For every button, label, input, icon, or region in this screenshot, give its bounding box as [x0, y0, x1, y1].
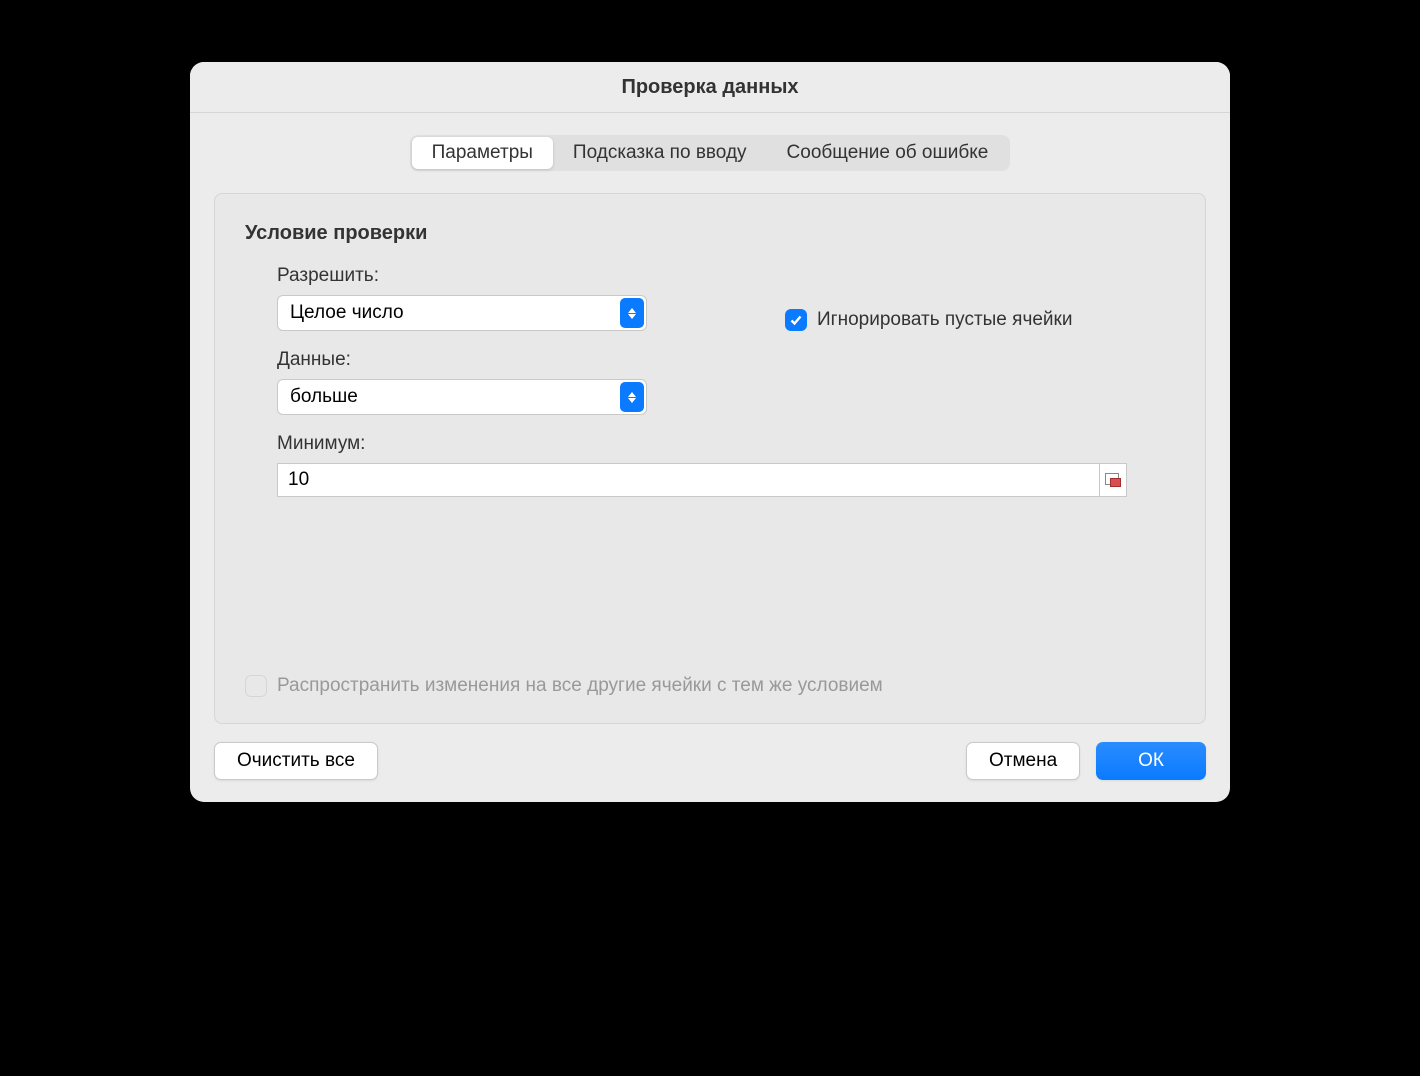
- settings-panel: Условие проверки Разрешить: Целое число …: [214, 193, 1206, 724]
- range-selector-icon: [1105, 473, 1121, 487]
- minimum-label: Минимум:: [277, 433, 725, 455]
- tabs: Параметры Подсказка по вводу Сообщение о…: [410, 135, 1011, 171]
- dialog-title: Проверка данных: [621, 76, 798, 99]
- checkmark-icon: [789, 313, 803, 327]
- ignore-blank-checkbox[interactable]: [785, 309, 807, 331]
- ignore-blank-label: Игнорировать пустые ячейки: [817, 309, 1072, 331]
- updown-icon: [620, 298, 644, 328]
- data-label: Данные:: [277, 349, 725, 371]
- tab-error-alert[interactable]: Сообщение об ошибке: [767, 137, 1009, 169]
- data-select-value: больше: [290, 386, 358, 408]
- dialog-buttons: Очистить все Отмена ОК: [190, 724, 1230, 802]
- clear-all-button[interactable]: Очистить все: [214, 742, 378, 780]
- range-selector-button[interactable]: [1099, 463, 1127, 497]
- propagate-checkbox: [245, 675, 267, 697]
- minimum-input[interactable]: [277, 463, 1099, 497]
- section-title: Условие проверки: [245, 222, 1175, 245]
- titlebar: Проверка данных: [190, 62, 1230, 113]
- cancel-button[interactable]: Отмена: [966, 742, 1080, 780]
- tab-input-message[interactable]: Подсказка по вводу: [553, 137, 767, 169]
- ok-button[interactable]: ОК: [1096, 742, 1206, 780]
- tab-settings[interactable]: Параметры: [412, 137, 553, 169]
- allow-select[interactable]: Целое число: [277, 295, 647, 331]
- tabs-container: Параметры Подсказка по вводу Сообщение о…: [190, 113, 1230, 171]
- data-validation-dialog: Проверка данных Параметры Подсказка по в…: [190, 62, 1230, 802]
- data-select[interactable]: больше: [277, 379, 647, 415]
- allow-select-value: Целое число: [290, 302, 404, 324]
- allow-label: Разрешить:: [277, 265, 725, 287]
- updown-icon: [620, 382, 644, 412]
- propagate-label: Распространить изменения на все другие я…: [277, 675, 883, 697]
